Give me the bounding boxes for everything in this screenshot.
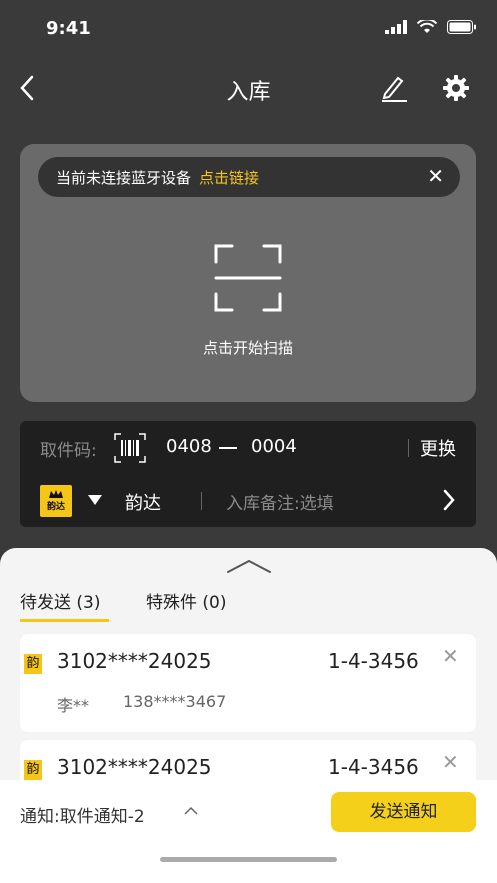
battery-icon — [447, 20, 476, 34]
close-icon[interactable]: ✕ — [442, 750, 459, 774]
home-indicator — [160, 857, 337, 862]
recipient-phone: 138****3467 — [123, 692, 227, 711]
recipient-name: 李** — [57, 696, 90, 715]
pickup-code-card: 取件码: 0408 0004 更换 韵达 韵达 入库备注:选填 — [20, 421, 476, 527]
bluetooth-connect-link[interactable]: 点击链接 — [199, 169, 259, 187]
chevron-up-icon[interactable] — [226, 558, 272, 574]
crown-icon — [49, 490, 63, 498]
notify-selector[interactable]: 通知:取件通知-2 — [20, 802, 145, 827]
remark-field[interactable]: 入库备注:选填 — [226, 489, 334, 514]
shelf-code: 1-4-3456 — [328, 649, 419, 673]
gear-icon[interactable] — [442, 74, 470, 102]
bottom-action-bar: 通知:取件通知-2 发送通知 — [0, 780, 497, 883]
tab-pending[interactable]: 待发送 (3) — [20, 588, 100, 613]
scan-label[interactable]: 点击开始扫描 — [20, 337, 476, 358]
shelf-code: 1-4-3456 — [328, 755, 419, 779]
chevron-up-icon[interactable] — [184, 806, 198, 816]
notify-label: 通知: — [20, 807, 60, 827]
courier-tag: 韵 — [24, 760, 42, 780]
close-icon[interactable]: ✕ — [427, 164, 444, 188]
status-time: 9:41 — [46, 18, 91, 39]
courier-name[interactable]: 韵达 — [125, 489, 161, 515]
divider — [408, 439, 409, 457]
bluetooth-status-text: 当前未连接蓝牙设备 — [56, 169, 192, 187]
tracking-number: 3102****24025 — [57, 649, 212, 673]
notify-value[interactable]: 取件通知-2 — [60, 807, 145, 827]
bluetooth-banner: 当前未连接蓝牙设备 点击链接 ✕ — [38, 157, 460, 197]
remark-label: 入库备注: — [226, 494, 300, 514]
chevron-down-icon[interactable] — [88, 495, 102, 505]
tracking-number: 3102****24025 — [57, 755, 212, 779]
remark-placeholder[interactable]: 选填 — [300, 494, 334, 514]
chevron-right-icon[interactable] — [442, 488, 456, 512]
edit-icon[interactable] — [380, 74, 408, 102]
signal-icon — [385, 20, 407, 34]
bluetooth-message: 当前未连接蓝牙设备 点击链接 — [56, 167, 259, 188]
list-item[interactable]: 韵 3102****24025 1-4-3456 ✕ 李** 138****34… — [20, 634, 476, 732]
scan-icon[interactable] — [214, 244, 282, 312]
close-icon[interactable]: ✕ — [442, 644, 459, 668]
change-button[interactable]: 更换 — [420, 435, 456, 461]
code-separator — [219, 447, 237, 449]
page-title: 入库 — [226, 80, 271, 105]
courier-tag: 韵 — [24, 654, 42, 674]
active-tab-indicator — [20, 619, 109, 622]
send-notification-button[interactable]: 发送通知 — [331, 792, 476, 832]
status-bar: 9:41 — [0, 0, 497, 60]
status-icons — [385, 20, 477, 34]
wifi-icon — [417, 20, 437, 33]
tab-special[interactable]: 特殊件 (0) — [146, 588, 226, 613]
courier-logo-text: 韵达 — [46, 502, 65, 512]
pickup-code-part2[interactable]: 0004 — [251, 436, 297, 457]
barcode-icon[interactable] — [114, 433, 146, 463]
pickup-code-part1[interactable]: 0408 — [166, 436, 212, 457]
pickup-code-label: 取件码: — [40, 441, 97, 461]
nav-bar: 入库 — [0, 60, 497, 116]
divider — [201, 492, 202, 510]
scan-area[interactable]: 当前未连接蓝牙设备 点击链接 ✕ 点击开始扫描 — [20, 144, 476, 402]
courier-logo[interactable]: 韵达 — [40, 485, 72, 517]
